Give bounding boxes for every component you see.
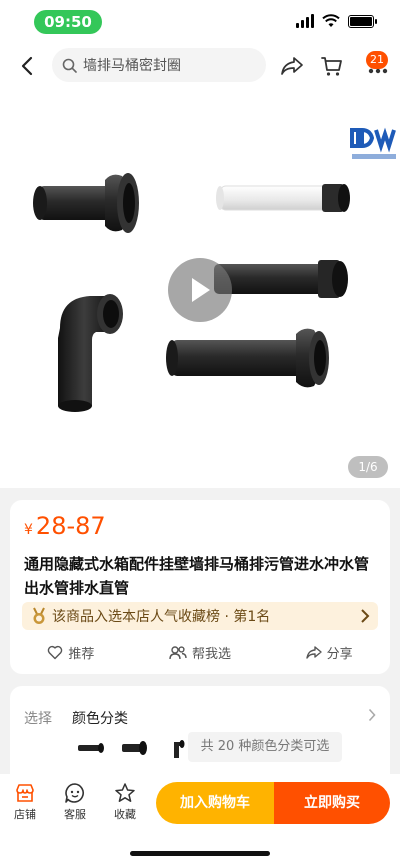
share-action-button[interactable]: 分享: [305, 643, 353, 662]
service-icon: [65, 783, 84, 803]
store-icon: [16, 784, 34, 802]
add-to-cart-button[interactable]: 加入购物车: [156, 782, 274, 824]
service-button[interactable]: 客服: [55, 782, 95, 822]
bottom-action-bar: 店铺 客服 收藏 加入购物车 立即购买: [0, 774, 400, 865]
brand-logo-fragment: [350, 127, 396, 159]
share-button[interactable]: [279, 53, 305, 79]
product-title: 通用隐藏式水箱配件挂壁墙排马桶排污管进水冲水管出水管排水直管: [24, 555, 370, 597]
share-icon: [281, 57, 303, 75]
status-bar: 09:50: [0, 0, 400, 44]
status-time: 09:50: [34, 10, 102, 34]
chevron-right-icon: [361, 609, 370, 623]
store-button[interactable]: 店铺: [5, 782, 45, 822]
star-icon: [115, 783, 135, 802]
cart-button[interactable]: [319, 53, 345, 79]
top-header: 墙排马桶密封圈 21: [0, 44, 400, 88]
price-currency: ¥: [24, 522, 33, 538]
more-variants-button[interactable]: 共 20 种颜色分类可选: [188, 732, 342, 762]
share-arrow-icon: [305, 645, 322, 659]
search-icon: [62, 58, 77, 73]
heart-icon: [48, 645, 63, 659]
share-label: 分享: [326, 646, 353, 662]
back-arrow-icon: [21, 56, 33, 76]
people-icon: [169, 645, 187, 659]
help-choose-label: 帮我选: [191, 646, 231, 662]
action-row: 推荐 帮我选 分享: [10, 638, 390, 666]
more-button[interactable]: 21: [360, 51, 396, 79]
search-bar[interactable]: 墙排马桶密封圈: [52, 48, 266, 82]
cart-icon: [321, 57, 342, 76]
wifi-icon: [322, 14, 340, 27]
pipe-thumbnail-icon: [122, 741, 147, 755]
battery-icon: [348, 14, 377, 28]
options-name: 颜色分类: [72, 711, 128, 727]
image-page-indicator: 1/6: [348, 456, 388, 478]
buy-now-button[interactable]: 立即购买: [274, 782, 390, 824]
price: ¥ 28-87: [24, 512, 106, 540]
recommend-label: 推荐: [68, 646, 95, 662]
status-icons: [296, 14, 377, 28]
variant-thumbnail[interactable]: [72, 732, 110, 764]
signal-icon: [296, 14, 314, 28]
pipe-thumbnail-icon: [78, 743, 104, 753]
help-choose-button[interactable]: 帮我选: [169, 643, 231, 662]
variant-thumbnail[interactable]: [116, 732, 154, 764]
variant-thumbnails: [72, 732, 198, 764]
price-value: 28-87: [35, 512, 106, 540]
ranking-text: 该商品入选本店人气收藏榜 · 第1名: [52, 609, 271, 625]
video-play-button[interactable]: [168, 258, 232, 322]
options-label: 选择: [24, 711, 52, 727]
medal-icon: [33, 607, 45, 624]
cart-badge: 21: [366, 51, 388, 69]
product-info-card: ¥ 28-87 通用隐藏式水箱配件挂壁墙排马桶排污管进水冲水管出水管排水直管 该…: [10, 500, 390, 674]
recommend-button[interactable]: 推荐: [47, 643, 94, 662]
back-button[interactable]: [14, 52, 40, 80]
product-gallery[interactable]: 1/6: [0, 88, 400, 488]
home-indicator: [130, 851, 270, 856]
service-label: 客服: [64, 808, 86, 821]
favorite-label: 收藏: [114, 808, 136, 821]
store-label: 店铺: [14, 808, 36, 821]
search-placeholder: 墙排马桶密封圈: [83, 58, 181, 74]
play-icon: [192, 278, 210, 302]
chevron-right-icon: [368, 708, 376, 722]
favorite-button[interactable]: 收藏: [105, 782, 145, 822]
ranking-banner[interactable]: 该商品入选本店人气收藏榜 · 第1名: [22, 602, 378, 630]
